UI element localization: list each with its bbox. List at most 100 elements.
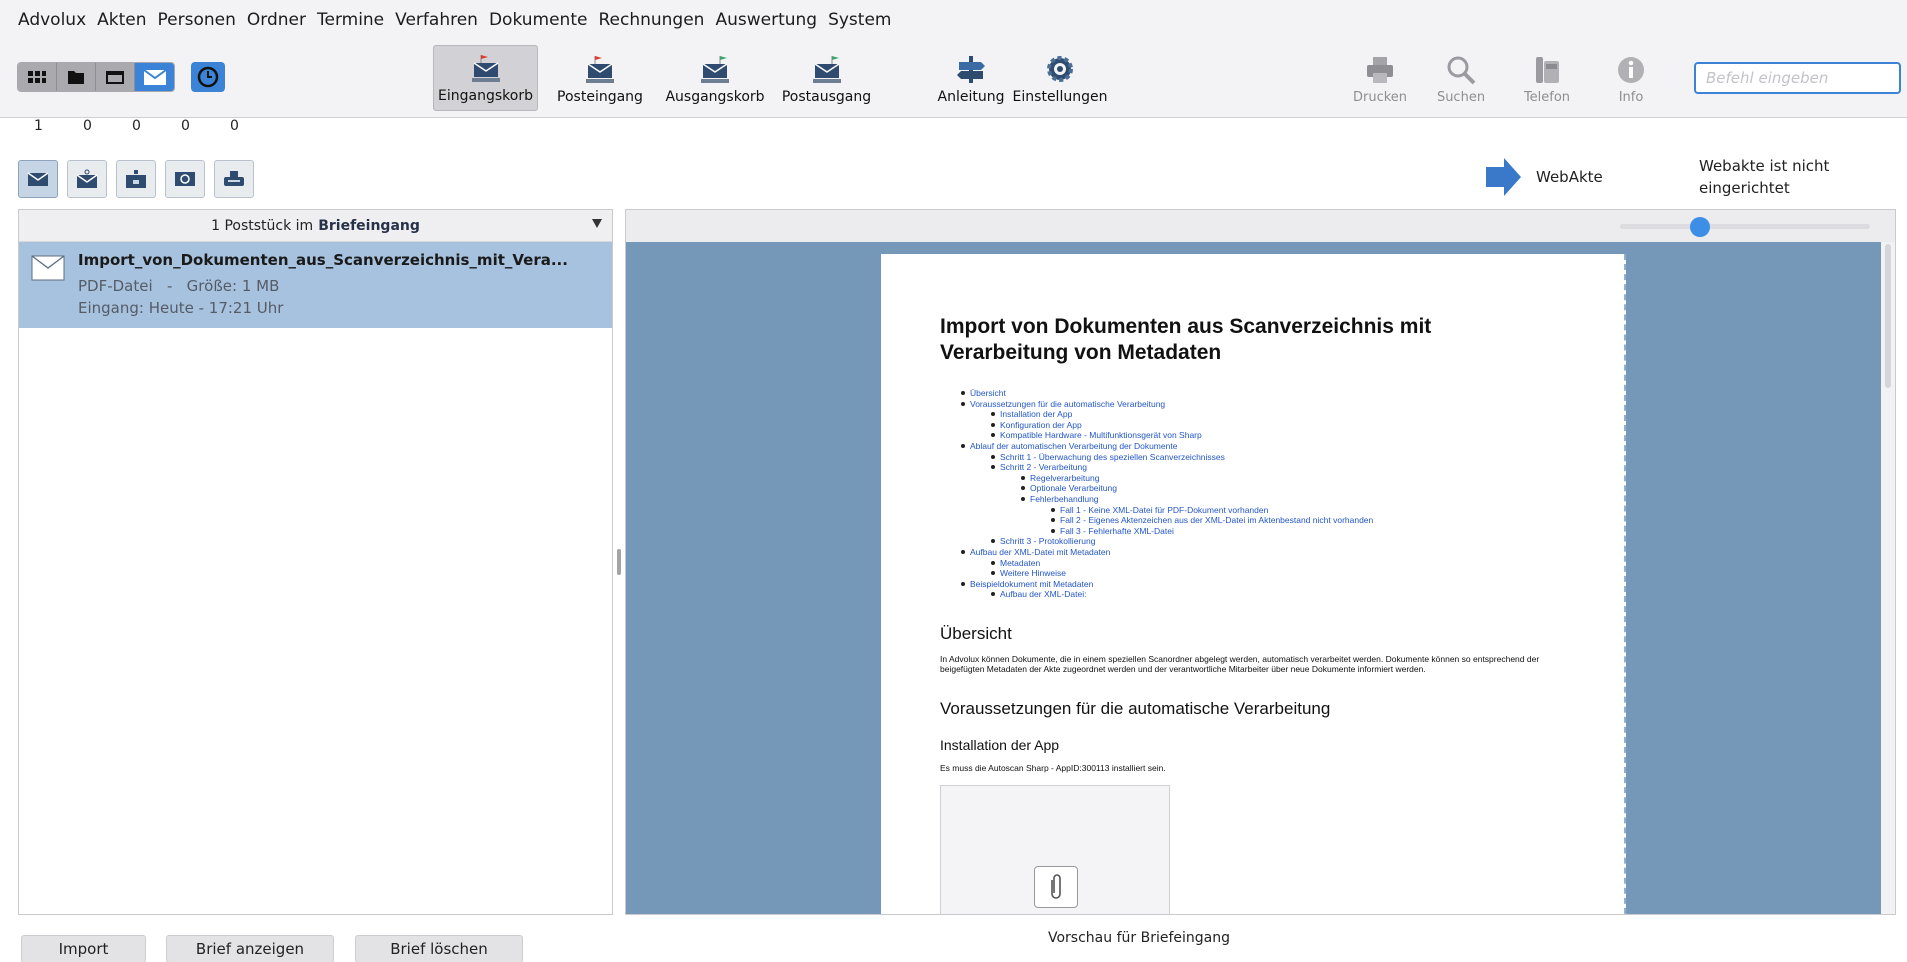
webakte-label[interactable]: WebAkte <box>1536 168 1603 186</box>
telefon-button[interactable]: Telefon <box>1517 45 1577 111</box>
list-count-label: 1 Poststück im <box>211 217 314 234</box>
toc-entry[interactable]: Fall 3 - Fehlerhafte XML-Datei <box>1051 526 1624 537</box>
ausgangskorb-button[interactable]: Ausgangskorb <box>665 45 765 111</box>
mailbox-counts: 1 0 0 0 0 <box>0 118 300 140</box>
menu-personen[interactable]: Personen <box>158 10 236 30</box>
item-title: Import_von_Dokumenten_aus_Scanverzeichni… <box>78 251 568 269</box>
toc-entry[interactable]: Schritt 1 - Überwachung des speziellen S… <box>991 452 1624 463</box>
postausgang-button[interactable]: Postausgang <box>779 45 874 111</box>
mail-list-pane: 1 Poststück im Briefeingang Import_von_D… <box>18 209 613 915</box>
toc-entry[interactable]: Schritt 2 - Verarbeitung <box>991 462 1624 473</box>
menu-bar: Advolux Akten Personen Ordner Termine Ve… <box>0 0 1907 40</box>
toc-entry[interactable]: Regelverarbeitung <box>1021 473 1624 484</box>
toc-entry[interactable]: Beispieldokument mit Metadaten <box>961 579 1624 590</box>
menu-dokumente[interactable]: Dokumente <box>489 10 588 30</box>
toc-entry[interactable]: Fall 1 - Keine XML-Datei für PDF-Dokumen… <box>1051 505 1624 516</box>
mail-view-button[interactable] <box>135 63 174 91</box>
einstellungen-button[interactable]: Einstellungen <box>1012 45 1108 111</box>
toc-entry[interactable]: Fall 2 - Eigenes Aktenzeichen aus der XM… <box>1051 515 1624 526</box>
dropdown-arrow-icon[interactable] <box>592 219 602 228</box>
drucken-button[interactable]: Drucken <box>1350 45 1410 111</box>
suchen-label: Suchen <box>1436 90 1486 105</box>
count-posteingang: 0 <box>83 118 92 134</box>
command-input[interactable] <box>1694 62 1901 94</box>
mail-list-header[interactable]: 1 Poststück im Briefeingang <box>19 210 612 242</box>
filter-ausgang-button[interactable] <box>116 160 156 198</box>
gear-icon <box>1047 56 1073 82</box>
menu-termine[interactable]: Termine <box>317 10 384 30</box>
toc-entry[interactable]: Aufbau der XML-Datei: <box>991 589 1624 600</box>
toc-entry[interactable]: Weitere Hinweise <box>991 568 1624 579</box>
scrollbar-thumb[interactable] <box>1885 244 1891 388</box>
info-button[interactable]: Info <box>1603 45 1659 111</box>
suchen-button[interactable]: Suchen <box>1432 45 1490 111</box>
zoom-slider-knob[interactable] <box>1690 217 1710 237</box>
brief-anzeigen-button[interactable]: Brief anzeigen <box>166 935 334 962</box>
count-postausgang: 0 <box>230 118 239 134</box>
mail-icon <box>142 69 167 85</box>
menu-rechnungen[interactable]: Rechnungen <box>598 10 704 30</box>
eingangskorb-button[interactable]: Eingangskorb <box>433 45 538 111</box>
doc-heading-voraussetzungen: Voraussetzungen für die automatische Ver… <box>940 698 1331 718</box>
toc-entry[interactable]: Optionale Verarbeitung <box>1021 483 1624 494</box>
paperclip-icon <box>1034 866 1078 909</box>
menu-verfahren[interactable]: Verfahren <box>395 10 478 30</box>
telefon-label: Telefon <box>1523 90 1571 105</box>
filter-posteingang-button[interactable] <box>67 160 107 198</box>
menu-auswertung[interactable]: Auswertung <box>715 10 817 30</box>
folder-view-button[interactable] <box>57 63 96 91</box>
import-button[interactable]: Import <box>21 935 146 962</box>
toc-entry[interactable]: Kompatible Hardware - Multifunktionsgerä… <box>991 430 1624 441</box>
count-briefeingang: 1 <box>34 118 43 134</box>
preview-toolbar <box>626 210 1895 242</box>
info-icon <box>1618 57 1644 83</box>
brief-loeschen-button[interactable]: Brief löschen <box>355 935 523 962</box>
toc-entry[interactable]: Fehlerbehandlung <box>1021 494 1624 505</box>
postausgang-label: Postausgang <box>781 89 872 105</box>
item-received: Eingang: Heute - 17:21 Uhr <box>78 299 284 317</box>
envelope-clip-icon <box>76 169 98 188</box>
toc-entry[interactable]: Metadaten <box>991 558 1624 569</box>
toc-entry[interactable]: Konfiguration der App <box>991 420 1624 431</box>
toolbar: Eingangskorb Posteingang Ausgangskorb Po… <box>0 40 1907 118</box>
arrow-right-icon[interactable] <box>1484 157 1522 197</box>
folder-icon <box>68 71 84 84</box>
toc-entry[interactable]: Installation der App <box>991 409 1624 420</box>
menu-advolux[interactable]: Advolux <box>18 10 86 30</box>
fax-icon <box>224 171 244 186</box>
info-label: Info <box>1618 90 1644 105</box>
posteingang-button[interactable]: Posteingang <box>553 45 647 111</box>
menu-system[interactable]: System <box>828 10 891 30</box>
anleitung-button[interactable]: Anleitung <box>935 45 1007 111</box>
drucken-label: Drucken <box>1352 90 1408 105</box>
pane-splitter[interactable] <box>617 549 621 575</box>
doc-toc: Übersicht Voraussetzungen für die automat… <box>940 388 1624 600</box>
phone-icon <box>1536 57 1559 83</box>
toc-entry[interactable]: Schritt 3 - Protokollierung <box>991 536 1624 547</box>
menu-ordner[interactable]: Ordner <box>247 10 306 30</box>
toc-entry[interactable]: Übersicht <box>961 388 1624 399</box>
clock-button[interactable] <box>191 62 225 92</box>
item-type-size: PDF-Datei - Größe: 1 MB <box>78 277 280 295</box>
doc-heading-uebersicht: Übersicht <box>940 623 1012 643</box>
count-fax: 0 <box>181 118 190 134</box>
count-ausgang: 0 <box>132 118 141 134</box>
ausgangskorb-label: Ausgangskorb <box>665 89 765 105</box>
einstellungen-label: Einstellungen <box>1012 89 1108 105</box>
window-view-button[interactable] <box>96 63 135 91</box>
preview-scrollbar[interactable] <box>1881 242 1895 914</box>
anleitung-label: Anleitung <box>937 89 1005 105</box>
email-at-icon <box>175 172 195 186</box>
toc-entry[interactable]: Aufbau der XML-Datei mit Metadaten <box>961 547 1624 558</box>
filter-briefeingang-button[interactable] <box>18 160 58 198</box>
filter-fax-button[interactable] <box>214 160 254 198</box>
doc-paragraph-installation: Es muss die Autoscan Sharp - AppID:30011… <box>940 762 1166 773</box>
filter-email-button[interactable] <box>165 160 205 198</box>
grid-view-button[interactable] <box>18 63 57 91</box>
toc-entry[interactable]: Voraussetzungen für die automatische Ver… <box>961 399 1624 410</box>
toc-entry[interactable]: Ablauf der automatischen Verarbeitung de… <box>961 441 1624 452</box>
zoom-slider[interactable] <box>1620 224 1870 229</box>
clock-icon <box>197 66 219 88</box>
list-item[interactable]: Import_von_Dokumenten_aus_Scanverzeichni… <box>19 242 612 328</box>
menu-akten[interactable]: Akten <box>97 10 146 30</box>
